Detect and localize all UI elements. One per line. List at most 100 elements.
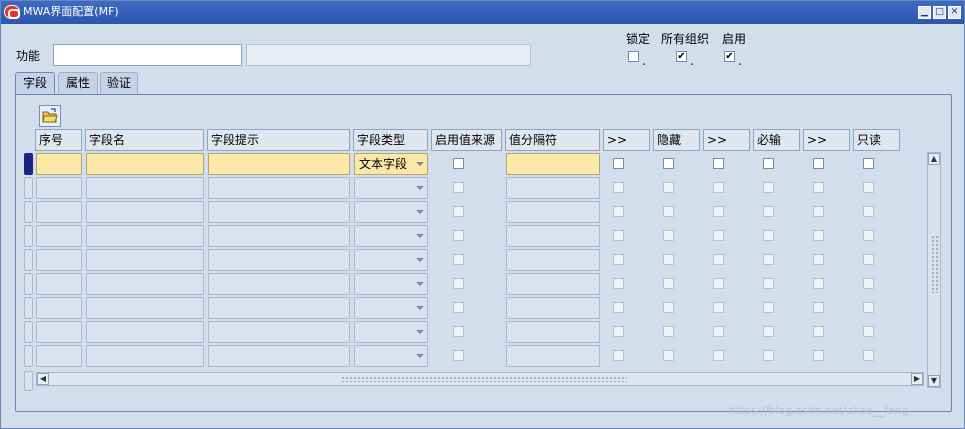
- field-type-combo[interactable]: [354, 321, 428, 343]
- horizontal-scrollbar[interactable]: ◀ ▶: [36, 372, 924, 386]
- scroll-left-button[interactable]: ◀: [37, 373, 49, 385]
- more-1-checkbox[interactable]: [613, 182, 624, 193]
- field-name-cell[interactable]: [86, 153, 204, 175]
- open-button[interactable]: [39, 105, 61, 127]
- enable-value-source-checkbox[interactable]: [453, 158, 464, 169]
- seq-cell[interactable]: [36, 177, 82, 199]
- field-type-combo[interactable]: [354, 273, 428, 295]
- hidden-checkbox[interactable]: [663, 254, 674, 265]
- more-1-checkbox[interactable]: [613, 350, 624, 361]
- enable-checkbox[interactable]: ✔: [724, 51, 735, 62]
- field-prompt-cell[interactable]: [208, 225, 350, 247]
- tab-attributes[interactable]: 属性: [58, 72, 98, 95]
- field-name-cell[interactable]: [86, 225, 204, 247]
- value-separator-cell[interactable]: [506, 273, 600, 295]
- dropdown-arrow-icon[interactable]: [416, 354, 424, 358]
- more-3-checkbox[interactable]: [813, 230, 824, 241]
- required-checkbox[interactable]: [763, 302, 774, 313]
- readonly-checkbox[interactable]: [863, 158, 874, 169]
- more-3-checkbox[interactable]: [813, 158, 824, 169]
- minimize-button[interactable]: ▁: [918, 6, 931, 19]
- required-checkbox[interactable]: [763, 278, 774, 289]
- more-3-checkbox[interactable]: [813, 182, 824, 193]
- seq-cell[interactable]: [36, 153, 82, 175]
- enable-value-source-checkbox[interactable]: [453, 182, 464, 193]
- seq-cell[interactable]: [36, 273, 82, 295]
- enable-value-source-checkbox[interactable]: [453, 254, 464, 265]
- field-name-cell[interactable]: [86, 345, 204, 367]
- field-prompt-cell[interactable]: [208, 249, 350, 271]
- required-checkbox[interactable]: [763, 182, 774, 193]
- hidden-checkbox[interactable]: [663, 206, 674, 217]
- row-marker[interactable]: [24, 321, 33, 343]
- maximize-button[interactable]: □: [933, 6, 946, 19]
- value-separator-cell[interactable]: [506, 249, 600, 271]
- field-prompt-cell[interactable]: [208, 153, 350, 175]
- more-3-checkbox[interactable]: [813, 302, 824, 313]
- field-prompt-cell[interactable]: [208, 201, 350, 223]
- field-type-combo[interactable]: [354, 225, 428, 247]
- more-2-checkbox[interactable]: [713, 230, 724, 241]
- required-checkbox[interactable]: [763, 326, 774, 337]
- dropdown-arrow-icon[interactable]: [416, 162, 424, 166]
- enable-value-source-checkbox[interactable]: [453, 326, 464, 337]
- scroll-right-button[interactable]: ▶: [911, 373, 923, 385]
- dropdown-arrow-icon[interactable]: [416, 210, 424, 214]
- field-name-cell[interactable]: [86, 273, 204, 295]
- seq-cell[interactable]: [36, 321, 82, 343]
- hidden-checkbox[interactable]: [663, 326, 674, 337]
- more-2-checkbox[interactable]: [713, 350, 724, 361]
- function-input[interactable]: [53, 44, 242, 66]
- enable-value-source-checkbox[interactable]: [453, 350, 464, 361]
- hidden-checkbox[interactable]: [663, 278, 674, 289]
- column-header-more-2[interactable]: >>: [703, 129, 750, 151]
- horizontal-scroll-grip[interactable]: [341, 376, 627, 382]
- enable-value-source-checkbox[interactable]: [453, 206, 464, 217]
- scroll-up-button[interactable]: ▲: [928, 153, 940, 165]
- dropdown-arrow-icon[interactable]: [416, 330, 424, 334]
- enable-value-source-checkbox[interactable]: [453, 302, 464, 313]
- readonly-checkbox[interactable]: [863, 206, 874, 217]
- required-checkbox[interactable]: [763, 158, 774, 169]
- field-prompt-cell[interactable]: [208, 177, 350, 199]
- row-marker[interactable]: [24, 273, 33, 295]
- lock-checkbox[interactable]: [628, 51, 639, 62]
- row-marker[interactable]: [24, 249, 33, 271]
- readonly-checkbox[interactable]: [863, 254, 874, 265]
- title-bar[interactable]: MWA界面配置(MF) ▁ □ ✕: [1, 1, 964, 24]
- required-checkbox[interactable]: [763, 254, 774, 265]
- scroll-down-button[interactable]: ▼: [928, 375, 940, 387]
- more-3-checkbox[interactable]: [813, 206, 824, 217]
- field-type-combo[interactable]: [354, 249, 428, 271]
- more-3-checkbox[interactable]: [813, 350, 824, 361]
- seq-cell[interactable]: [36, 225, 82, 247]
- more-2-checkbox[interactable]: [713, 254, 724, 265]
- value-separator-cell[interactable]: [506, 297, 600, 319]
- dropdown-arrow-icon[interactable]: [416, 234, 424, 238]
- row-marker[interactable]: [24, 225, 33, 247]
- hidden-checkbox[interactable]: [663, 158, 674, 169]
- seq-cell[interactable]: [36, 249, 82, 271]
- field-name-cell[interactable]: [86, 201, 204, 223]
- value-separator-cell[interactable]: [506, 321, 600, 343]
- row-marker[interactable]: [24, 153, 33, 175]
- more-3-checkbox[interactable]: [813, 278, 824, 289]
- dropdown-arrow-icon[interactable]: [416, 186, 424, 190]
- required-checkbox[interactable]: [763, 206, 774, 217]
- readonly-checkbox[interactable]: [863, 302, 874, 313]
- dropdown-arrow-icon[interactable]: [416, 258, 424, 262]
- more-3-checkbox[interactable]: [813, 254, 824, 265]
- hidden-checkbox[interactable]: [663, 350, 674, 361]
- more-1-checkbox[interactable]: [613, 278, 624, 289]
- close-button[interactable]: ✕: [948, 6, 961, 19]
- field-type-combo[interactable]: 文本字段: [354, 153, 428, 175]
- enable-value-source-checkbox[interactable]: [453, 278, 464, 289]
- field-name-cell[interactable]: [86, 177, 204, 199]
- more-2-checkbox[interactable]: [713, 158, 724, 169]
- field-type-combo[interactable]: [354, 201, 428, 223]
- more-2-checkbox[interactable]: [713, 326, 724, 337]
- value-separator-cell[interactable]: [506, 177, 600, 199]
- readonly-checkbox[interactable]: [863, 326, 874, 337]
- readonly-checkbox[interactable]: [863, 182, 874, 193]
- more-1-checkbox[interactable]: [613, 158, 624, 169]
